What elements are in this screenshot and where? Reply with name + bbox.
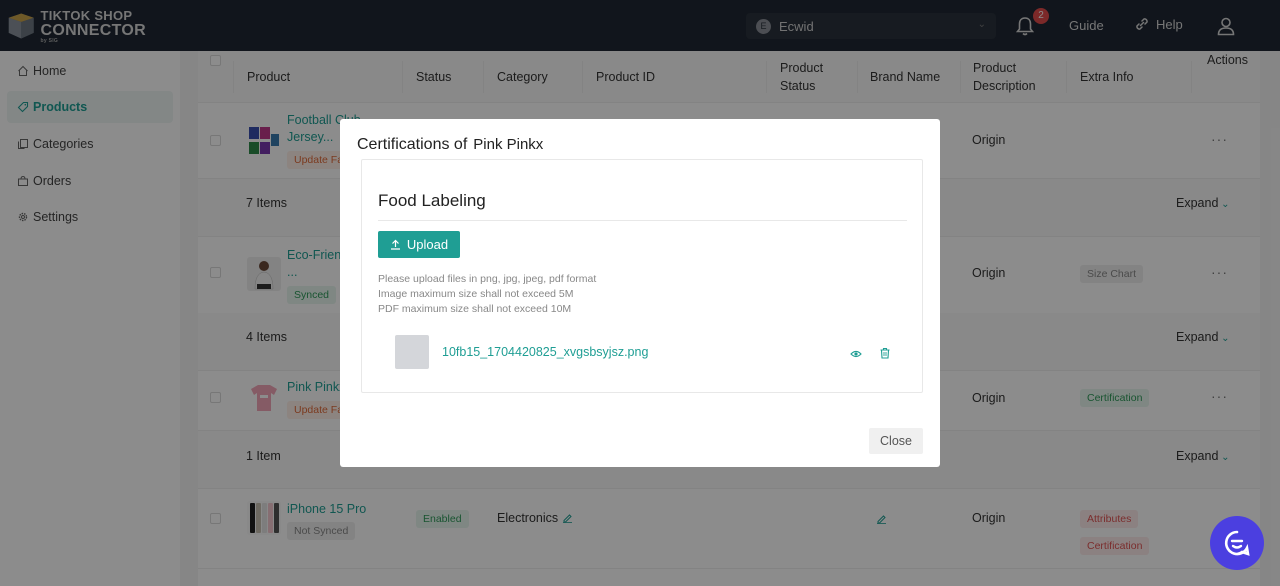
modal-title: Certifications of Pink Pinkx bbox=[357, 136, 543, 154]
file-thumbnail bbox=[395, 335, 429, 369]
upload-icon bbox=[390, 239, 400, 250]
upload-hint: Please upload files in png, jpg, jpeg, p… bbox=[378, 273, 597, 285]
trash-icon[interactable] bbox=[879, 347, 891, 359]
modal-title-prefix: Certifications of bbox=[357, 136, 468, 153]
chat-icon bbox=[1224, 530, 1250, 556]
eye-icon[interactable] bbox=[850, 348, 862, 360]
modal-title-product: Pink Pinkx bbox=[473, 136, 544, 153]
certifications-modal: Certifications of Pink Pinkx Food Labelin… bbox=[340, 119, 940, 467]
section-title: Food Labeling bbox=[378, 191, 486, 210]
file-name-link[interactable]: 10fb15_1704420825_xvgsbsyjsz.png bbox=[442, 345, 648, 359]
upload-label: Upload bbox=[406, 237, 449, 252]
close-button[interactable]: Close bbox=[869, 428, 923, 454]
upload-button[interactable]: Upload bbox=[378, 231, 460, 258]
divider bbox=[378, 220, 907, 221]
certification-card: Food Labeling Upload Please upload files… bbox=[361, 159, 923, 393]
upload-hint: Image maximum size shall not exceed 5M bbox=[378, 288, 574, 300]
chat-button[interactable] bbox=[1210, 516, 1264, 570]
upload-hint: PDF maximum size shall not exceed 10M bbox=[378, 303, 572, 315]
